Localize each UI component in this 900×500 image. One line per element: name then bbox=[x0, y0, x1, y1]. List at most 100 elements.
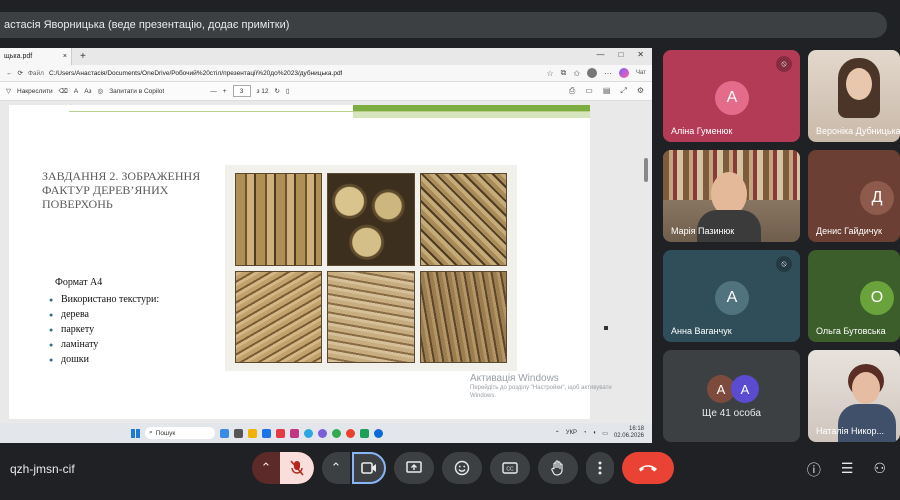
participant-tile[interactable]: Д Денис Гайдичук bbox=[808, 150, 900, 242]
app-icon[interactable] bbox=[276, 428, 285, 438]
restore-icon[interactable]: □ bbox=[618, 50, 623, 59]
refresh-icon[interactable]: ⟳ bbox=[18, 69, 23, 77]
participant-face bbox=[846, 68, 872, 100]
telegram-icon[interactable] bbox=[304, 428, 313, 438]
battery-icon[interactable]: ▭ bbox=[602, 430, 608, 437]
zoom-out-button[interactable]: — bbox=[210, 88, 217, 95]
participant-tile[interactable]: А ⦸ Анна Ваганчук bbox=[663, 250, 800, 342]
save-icon[interactable]: ▭ bbox=[585, 86, 593, 96]
file-label: Файл bbox=[27, 69, 44, 77]
settings-icon[interactable]: ⚙ bbox=[637, 86, 644, 96]
camera-icon bbox=[361, 462, 376, 474]
avatar: А bbox=[715, 81, 749, 115]
copilot-icon[interactable] bbox=[619, 68, 630, 78]
back-icon[interactable]: ← bbox=[6, 70, 13, 77]
page-number-input[interactable]: 3 bbox=[232, 85, 251, 97]
url-field[interactable]: C:/Users/Анастасія/Documents/OneDrive/Ро… bbox=[49, 70, 342, 77]
browser-tab[interactable]: щька.pdf × bbox=[0, 48, 72, 65]
draw-button[interactable]: Накреслити bbox=[17, 88, 53, 95]
ask-copilot-button[interactable]: Запитати в Copilot bbox=[109, 88, 164, 95]
volume-icon[interactable]: ◖ bbox=[593, 430, 597, 436]
avatar: А bbox=[715, 281, 749, 315]
close-window-icon[interactable]: ✕ bbox=[637, 50, 644, 59]
folder-icon[interactable] bbox=[248, 428, 257, 438]
wifi-icon[interactable]: ◔ bbox=[583, 430, 587, 436]
edge-icon[interactable] bbox=[262, 428, 271, 438]
texture-tile-bark bbox=[419, 173, 507, 266]
app-icon[interactable] bbox=[360, 428, 369, 438]
fit-page-icon[interactable]: ▯ bbox=[286, 87, 290, 95]
instagram-icon[interactable] bbox=[290, 428, 299, 438]
bullet-item: ● дошки bbox=[49, 354, 89, 365]
raise-hand-button[interactable] bbox=[538, 452, 578, 484]
zoom-in-button[interactable]: + bbox=[223, 88, 227, 95]
texture-tile-grain-vertical bbox=[419, 270, 507, 363]
new-tab-icon[interactable]: + bbox=[80, 51, 86, 62]
print-icon[interactable]: ⎙ bbox=[569, 86, 575, 96]
app-icon[interactable] bbox=[374, 428, 383, 438]
profile-avatar[interactable] bbox=[587, 68, 598, 78]
bullet-item: ● ламінату bbox=[49, 339, 99, 350]
pdf-toolbar: ▽ Накреслити ⌫ A Аз ◎ Запитати в Copilot… bbox=[0, 82, 652, 101]
text-icon[interactable]: A bbox=[74, 88, 78, 95]
fullscreen-icon[interactable]: ⤢ bbox=[620, 86, 626, 96]
info-icon[interactable]: ⓘ bbox=[807, 460, 821, 480]
lang-indicator[interactable]: УКР bbox=[566, 430, 577, 436]
copilot-chat-label[interactable]: Чат bbox=[636, 70, 646, 76]
browser-tabbar: щька.pdf × + — □ ✕ bbox=[0, 48, 652, 65]
participant-tile[interactable]: А ⦸ Аліна Гуменюк bbox=[663, 50, 800, 142]
slide-format: Формат А4 bbox=[55, 277, 103, 288]
draw-icon[interactable]: ▽ bbox=[6, 87, 11, 95]
bullet-item: ● паркету bbox=[49, 324, 95, 335]
participant-tile[interactable]: Наталія Никор... bbox=[808, 350, 900, 442]
present-button[interactable] bbox=[394, 452, 434, 484]
more-vert-icon bbox=[598, 461, 602, 475]
clock[interactable]: 16:18 02.06.2026 bbox=[614, 426, 644, 440]
participant-name: Наталія Никор... bbox=[816, 426, 885, 436]
chat-icon[interactable]: ☰ bbox=[841, 460, 854, 480]
avatar: О bbox=[860, 281, 894, 315]
minimize-icon[interactable]: — bbox=[596, 50, 604, 59]
camera-options-button[interactable]: ⌃ bbox=[322, 452, 350, 484]
mic-off-button[interactable] bbox=[280, 452, 314, 484]
more-participants-tile[interactable]: А А Ще 41 особа bbox=[663, 350, 800, 442]
participant-tile[interactable]: О Ольга Бутовська bbox=[808, 250, 900, 342]
hangup-icon bbox=[639, 465, 657, 472]
save-as-icon[interactable]: ▤ bbox=[603, 86, 611, 96]
participant-tile[interactable]: Марія Пазинюк bbox=[663, 150, 800, 242]
viber-icon[interactable] bbox=[318, 428, 327, 438]
start-icon[interactable] bbox=[131, 428, 140, 438]
favorites-icon[interactable]: ✩ bbox=[573, 69, 580, 78]
mic-off-icon: ⦸ bbox=[776, 56, 792, 72]
scrollbar[interactable] bbox=[644, 158, 648, 182]
windows-taskbar: ⌕ Пошук ⌃ УКР ◔ ◖ ▭ 16:18 02.06.2026 bbox=[0, 423, 652, 443]
windows-activation-watermark: Активація Windows Перейдіть до розділу "… bbox=[470, 373, 612, 399]
eraser-icon[interactable]: ⌫ bbox=[59, 87, 68, 95]
tab-close-icon[interactable]: × bbox=[63, 53, 67, 60]
chrome-icon[interactable] bbox=[332, 428, 341, 438]
bullet-item: ● Використано текстури: bbox=[49, 294, 160, 305]
menu-dots-icon[interactable]: ⋯ bbox=[604, 69, 612, 78]
mic-off-icon: ⦸ bbox=[776, 256, 792, 272]
captions-button[interactable]: CC bbox=[490, 452, 530, 484]
participant-tile[interactable]: Вероніка Дубницька bbox=[808, 50, 900, 142]
texture-tile-grain-diagonal bbox=[235, 270, 323, 363]
rotate-icon[interactable]: ↻ bbox=[275, 87, 280, 95]
taskbar-search[interactable]: ⌕ Пошук bbox=[145, 427, 215, 439]
extensions-icon[interactable]: ⧉ bbox=[561, 68, 567, 78]
mic-options-button[interactable]: ⌃ bbox=[252, 452, 280, 484]
camera-button[interactable] bbox=[352, 452, 386, 484]
read-aloud-button[interactable]: Аз bbox=[84, 88, 91, 95]
participant-name: Аліна Гуменюк bbox=[671, 126, 733, 136]
copilot-small-icon[interactable]: ◎ bbox=[98, 87, 104, 95]
people-icon[interactable]: ⚇ bbox=[873, 460, 886, 480]
app-icon[interactable] bbox=[220, 428, 229, 438]
star-icon[interactable]: ☆ bbox=[546, 69, 553, 78]
hangup-button[interactable] bbox=[622, 452, 674, 484]
app-icon[interactable] bbox=[234, 428, 243, 438]
participant-name: Денис Гайдичук bbox=[816, 226, 882, 236]
emoji-button[interactable] bbox=[442, 452, 482, 484]
more-options-button[interactable] bbox=[586, 452, 614, 484]
opera-icon[interactable] bbox=[346, 428, 355, 438]
tray-icon[interactable]: ⌃ bbox=[555, 430, 560, 437]
